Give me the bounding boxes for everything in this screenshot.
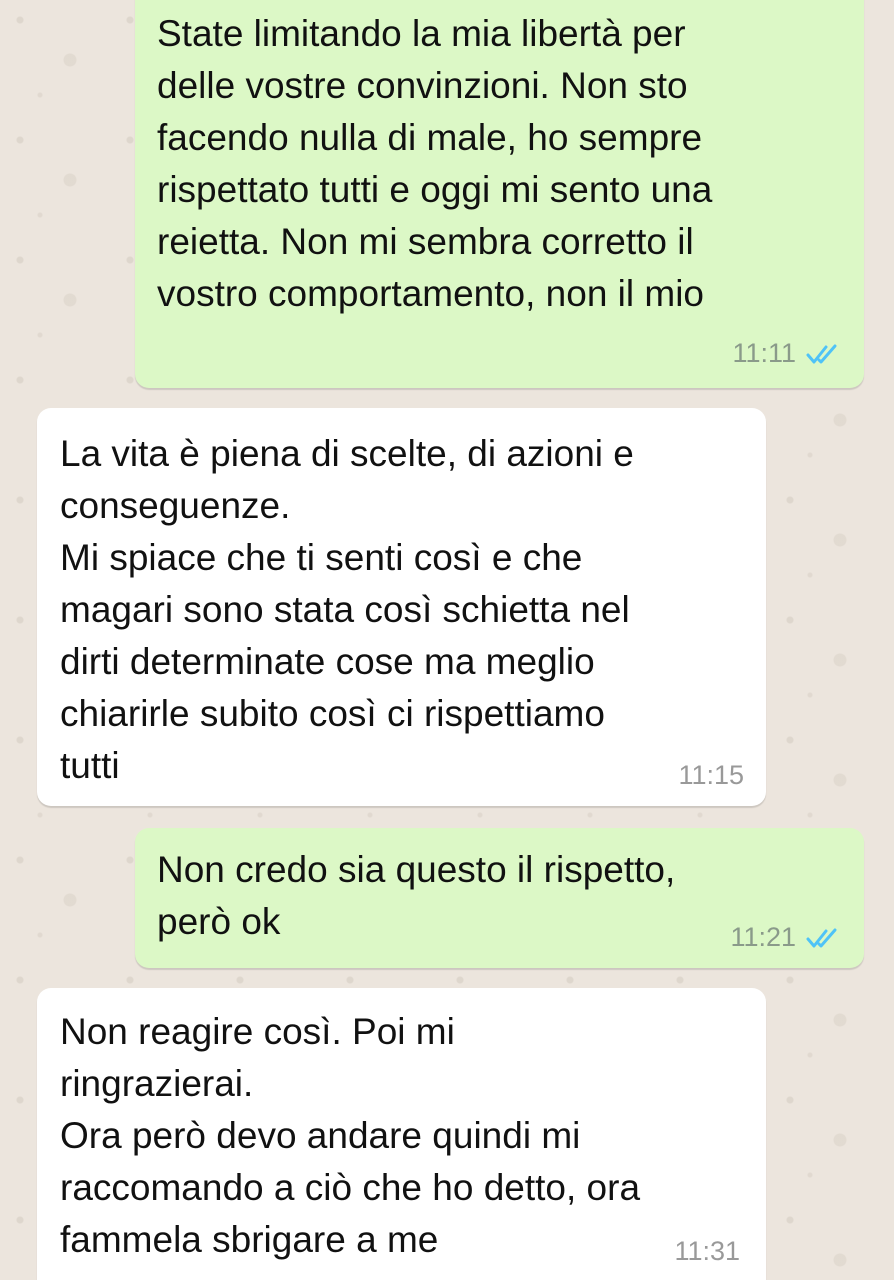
message-meta: 11:21 xyxy=(730,922,840,953)
message-bubble-incoming[interactable]: Non reagire così. Poi mi ringrazierai. O… xyxy=(37,988,766,1280)
message-text: La vita è piena di scelte, di azioni e c… xyxy=(60,433,634,786)
message-time: 11:15 xyxy=(678,760,744,790)
message-time: 11:21 xyxy=(730,922,796,952)
message-text: Non reagire così. Poi mi ringrazierai. O… xyxy=(60,1011,641,1260)
message-bubble-outgoing[interactable]: State limitando la mia libertà per delle… xyxy=(135,0,864,388)
message-text: Non credo sia questo il rispetto, però o… xyxy=(157,849,676,942)
message-bubble-outgoing[interactable]: Non credo sia questo il rispetto, però o… xyxy=(135,828,864,968)
double-check-read-icon xyxy=(806,927,840,949)
message-meta: 11:15 xyxy=(678,760,744,791)
message-text: State limitando la mia libertà per delle… xyxy=(157,13,713,314)
message-time: 11:11 xyxy=(732,338,796,368)
message-bubble-incoming[interactable]: La vita è piena di scelte, di azioni e c… xyxy=(37,408,766,806)
message-meta: 11:11 xyxy=(732,338,840,369)
message-meta: 11:31 xyxy=(674,1236,740,1267)
message-time: 11:31 xyxy=(674,1236,740,1266)
double-check-read-icon xyxy=(806,343,840,365)
